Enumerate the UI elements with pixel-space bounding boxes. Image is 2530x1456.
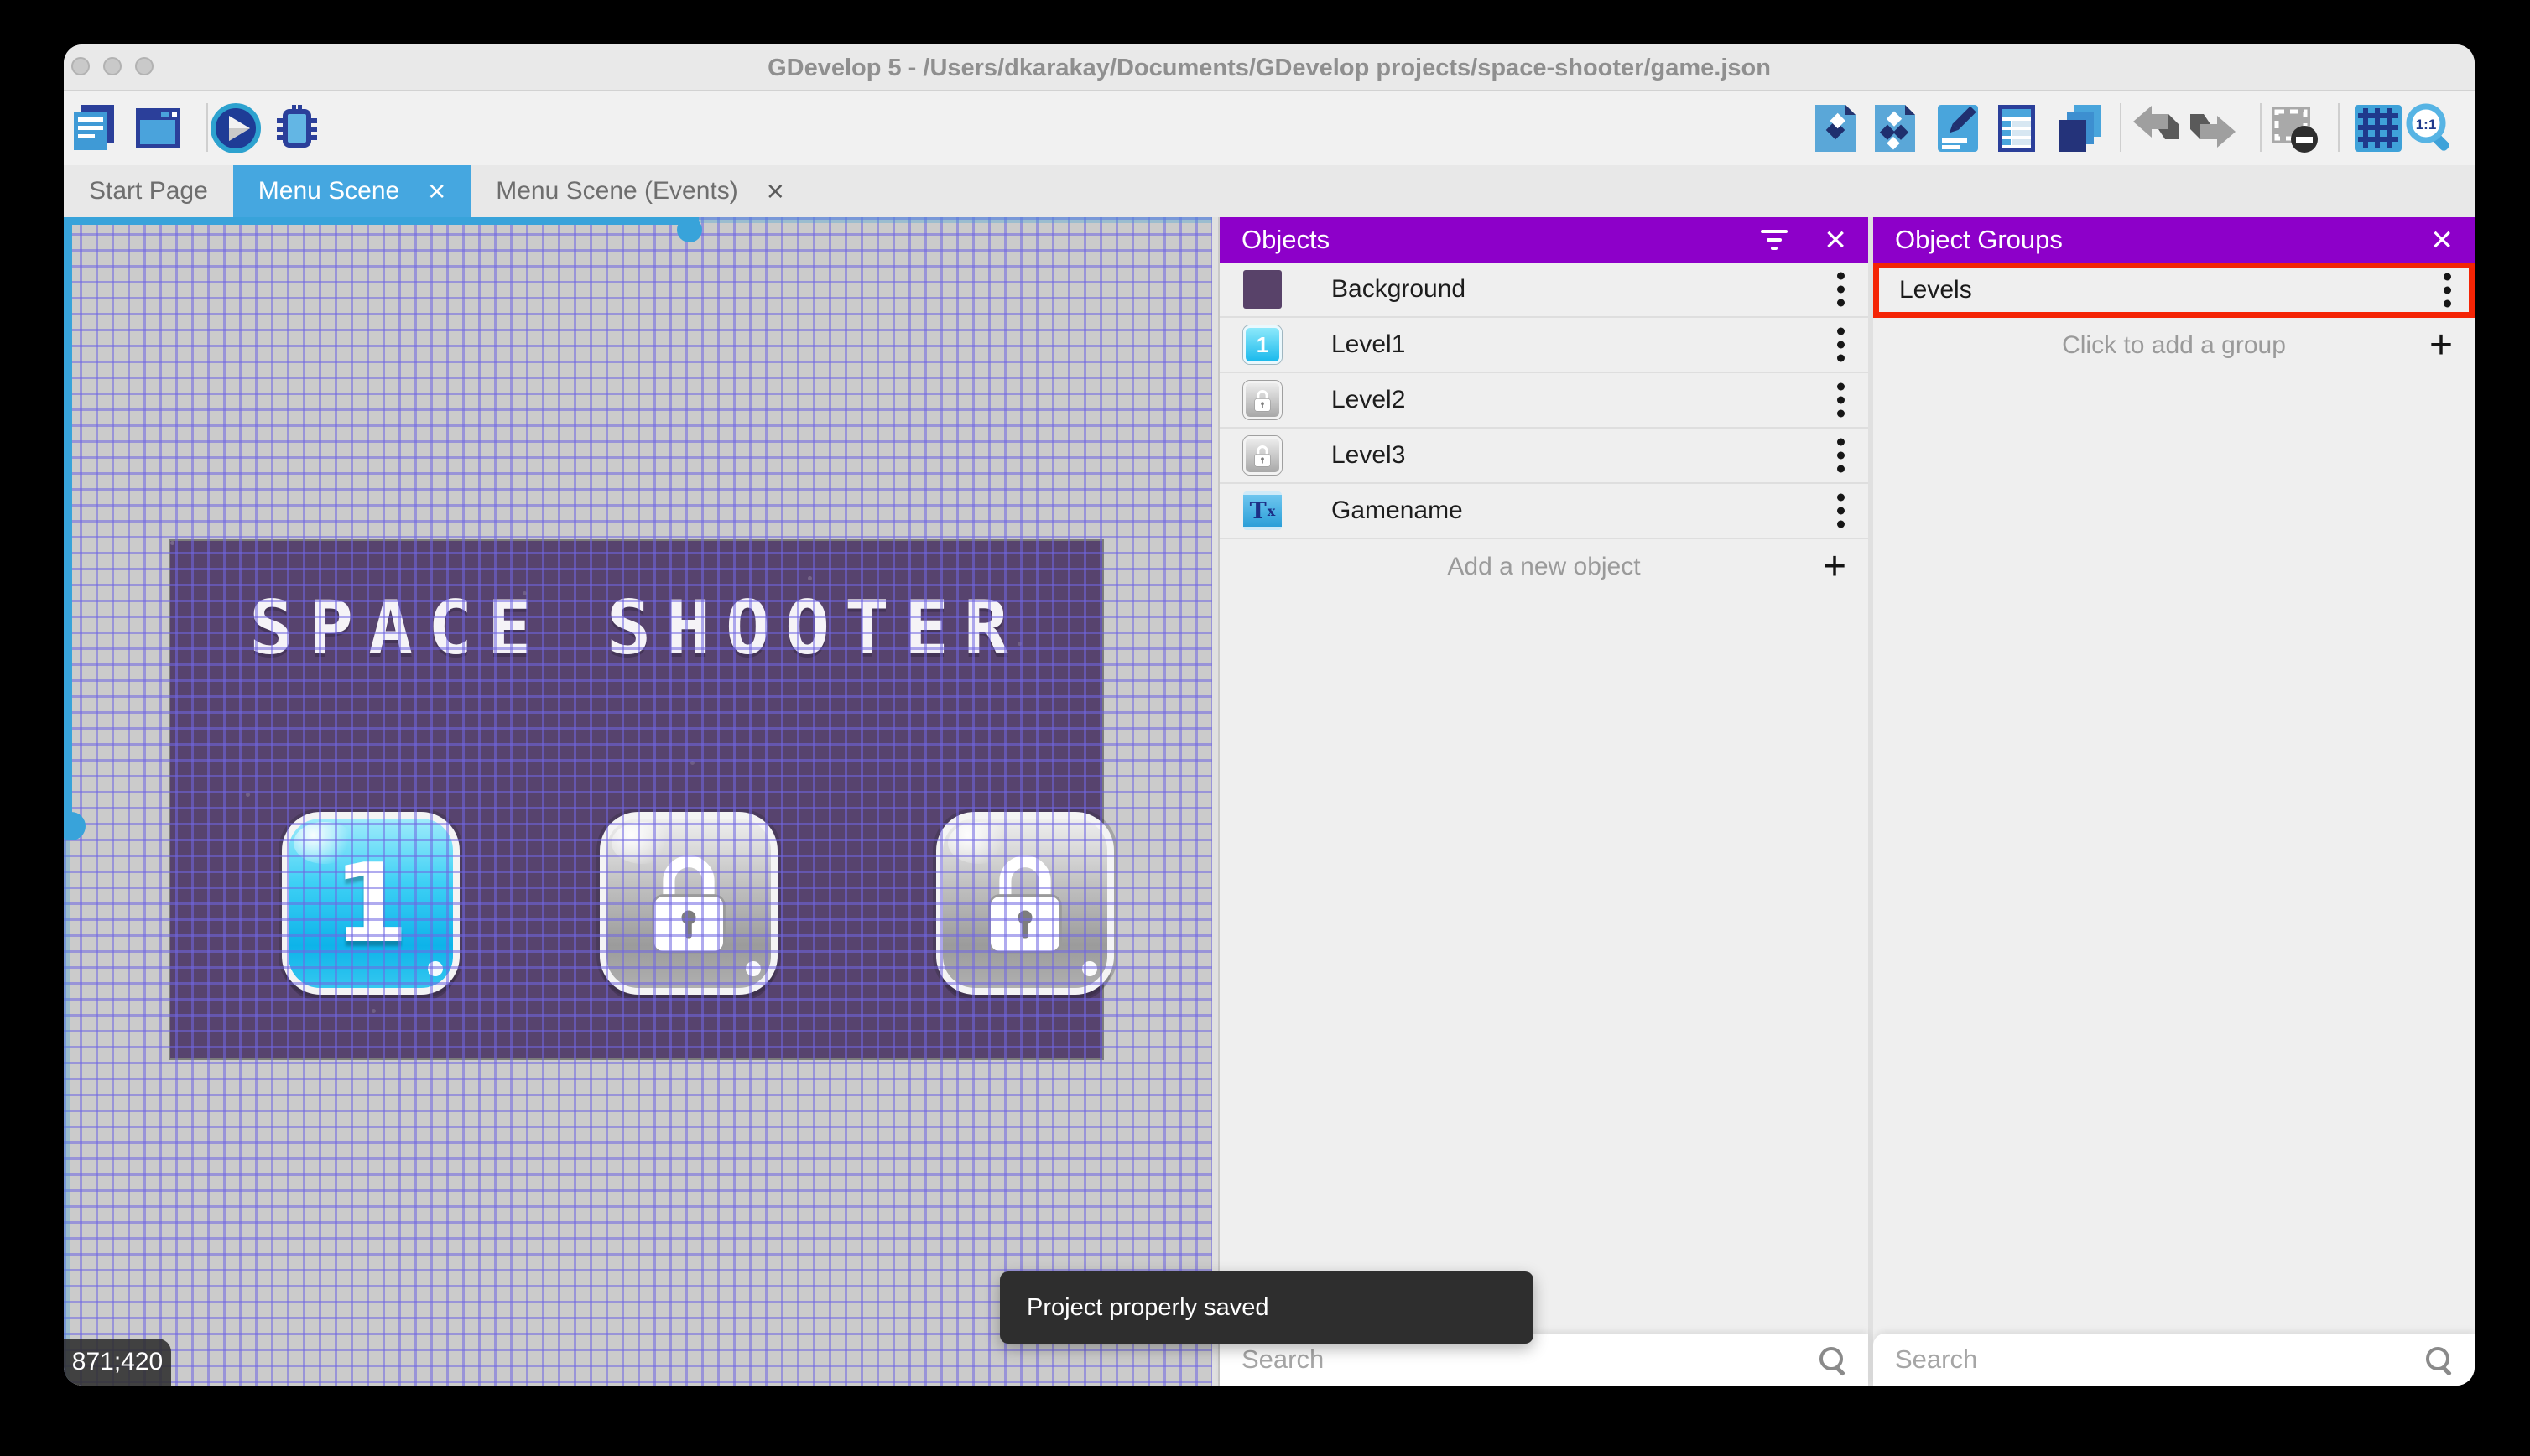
object-row-level2[interactable]: Level2 xyxy=(1220,373,1868,429)
search-icon xyxy=(2424,1345,2453,1374)
game-title-text: SPACE SHOOTER xyxy=(249,585,1023,671)
redo-icon[interactable] xyxy=(2185,101,2239,155)
save-toast-message: Project properly saved xyxy=(1027,1293,1269,1321)
group-menu-icon[interactable] xyxy=(2444,273,2451,308)
lock-icon xyxy=(652,855,726,954)
zoom-1-1-icon[interactable]: 1:1 xyxy=(2403,101,2457,155)
object-menu-icon[interactable] xyxy=(1837,382,1845,418)
scene-window-icon[interactable] xyxy=(131,101,185,155)
objects-panel-header: Objects × xyxy=(1220,217,1868,263)
tab-label: Menu Scene xyxy=(258,177,400,205)
object-groups-list: Levels xyxy=(1873,263,2475,318)
object-groups-icon[interactable] xyxy=(1868,101,1922,155)
group-name: Levels xyxy=(1899,276,1972,304)
objects-panel-title: Objects xyxy=(1242,225,1330,254)
object-row-background[interactable]: Background xyxy=(1220,263,1868,318)
gdevelop-window: GDevelop 5 - /Users/dkarakay/Documents/G… xyxy=(64,44,2475,1386)
vertical-scrollbar-track-light[interactable] xyxy=(64,826,70,1386)
mask-icon[interactable] xyxy=(2267,101,2320,155)
titlebar: GDevelop 5 - /Users/dkarakay/Documents/G… xyxy=(64,44,2475,91)
project-manager-icon[interactable] xyxy=(67,101,121,155)
text-object-thumbnail: Tx xyxy=(1243,491,1282,530)
properties-icon[interactable] xyxy=(1931,101,1985,155)
vertical-scrollbar-thumb[interactable] xyxy=(64,812,86,840)
toolbar: 1:1 xyxy=(64,91,2475,165)
object-row-level3[interactable]: Level3 xyxy=(1220,429,1868,484)
toolbar-divider xyxy=(2260,103,2262,152)
level-button-locked[interactable] xyxy=(600,812,778,995)
group-row-levels[interactable]: Levels xyxy=(1873,263,2475,318)
instances-list-icon[interactable] xyxy=(1990,101,2043,155)
object-name: Level1 xyxy=(1331,330,1406,358)
undo-icon[interactable] xyxy=(2130,101,2184,155)
svg-text:1:1: 1:1 xyxy=(2416,117,2437,133)
add-object-plus-icon[interactable]: + xyxy=(1823,547,1846,587)
locked-level-thumbnail xyxy=(1243,381,1282,419)
object-groups-panel-close-icon[interactable]: × xyxy=(2431,221,2453,258)
add-object-row[interactable]: Add a new object + xyxy=(1220,539,1868,595)
toolbar-divider xyxy=(2338,103,2340,152)
objects-panel-close-icon[interactable]: × xyxy=(1825,221,1846,258)
tab-start-page[interactable]: Start Page xyxy=(64,165,233,217)
layers-icon[interactable] xyxy=(2053,101,2106,155)
object-groups-panel-header: Object Groups × xyxy=(1873,217,2475,263)
scene-editor-canvas[interactable]: SPACE SHOOTER 1 871;420 xyxy=(64,217,1212,1386)
object-menu-icon[interactable] xyxy=(1837,327,1845,362)
level-button-1[interactable]: 1 xyxy=(282,812,460,995)
filter-icon[interactable] xyxy=(1761,230,1788,250)
mini-lock-icon xyxy=(1254,445,1271,467)
grid-icon[interactable] xyxy=(2351,101,2405,155)
tab-menu-scene-events[interactable]: Menu Scene (Events) × xyxy=(471,165,809,217)
tab-label: Start Page xyxy=(89,177,208,205)
add-object-icon[interactable] xyxy=(1809,101,1862,155)
object-groups-panel-title: Object Groups xyxy=(1895,225,2063,254)
level-number: 1 xyxy=(332,840,409,967)
object-row-level1[interactable]: 1 Level1 xyxy=(1220,318,1868,373)
level-button-locked[interactable] xyxy=(936,812,1114,995)
screenshot-root: { "window": { "title": "GDevelop 5 - /Us… xyxy=(0,0,2530,1456)
background-thumbnail xyxy=(1243,270,1282,309)
window-title: GDevelop 5 - /Users/dkarakay/Documents/G… xyxy=(768,55,1771,81)
object-name: Level2 xyxy=(1331,386,1406,413)
object-menu-icon[interactable] xyxy=(1837,438,1845,473)
groups-search-field[interactable]: Search xyxy=(1873,1334,2475,1386)
tab-bar: Start Page Menu Scene × Menu Scene (Events)… xyxy=(64,165,2475,217)
level1-thumbnail: 1 xyxy=(1243,325,1282,364)
tab-close-icon[interactable]: × xyxy=(767,176,784,206)
add-group-plus-icon[interactable]: + xyxy=(2429,325,2453,366)
horizontal-scrollbar-thumb[interactable] xyxy=(677,217,702,242)
object-name: Level3 xyxy=(1331,441,1406,469)
object-name: Gamename xyxy=(1331,497,1463,524)
add-group-label: Click to add a group xyxy=(2062,331,2286,359)
object-name: Background xyxy=(1331,275,1466,303)
add-group-row[interactable]: Click to add a group + xyxy=(1873,318,2475,373)
objects-list: Background 1 Level1 Level2 Level3 Tx Gamenam… xyxy=(1220,263,1868,539)
debug-icon[interactable] xyxy=(270,101,324,155)
object-menu-icon[interactable] xyxy=(1837,493,1845,528)
object-row-gamename[interactable]: Tx Gamename xyxy=(1220,484,1868,539)
locked-level-thumbnail xyxy=(1243,436,1282,475)
toolbar-divider xyxy=(2120,103,2121,152)
add-object-label: Add a new object xyxy=(1447,553,1641,580)
scene-stars xyxy=(170,541,174,545)
lock-icon xyxy=(988,855,1062,954)
vertical-scrollbar-track[interactable] xyxy=(64,217,72,826)
save-toast: Project properly saved xyxy=(1000,1271,1533,1344)
object-groups-panel: Object Groups × Levels Click to add a gr… xyxy=(1873,217,2475,1386)
mini-lock-icon xyxy=(1254,389,1271,412)
horizontal-scrollbar-track[interactable] xyxy=(64,217,699,225)
tab-close-icon[interactable]: × xyxy=(428,176,445,206)
search-icon xyxy=(1818,1345,1846,1374)
object-menu-icon[interactable] xyxy=(1837,272,1845,307)
objects-panel: Objects × Background 1 Level1 Level2 Level… xyxy=(1218,217,1868,1386)
play-icon[interactable] xyxy=(209,101,263,155)
groups-search-placeholder: Search xyxy=(1895,1344,1978,1374)
toolbar-divider xyxy=(206,103,208,152)
horizontal-scrollbar-track-light[interactable] xyxy=(699,217,1212,223)
tab-label: Menu Scene (Events) xyxy=(496,177,738,205)
objects-search-placeholder: Search xyxy=(1242,1344,1325,1374)
game-scene-preview[interactable]: SPACE SHOOTER 1 xyxy=(170,541,1114,1058)
tab-menu-scene[interactable]: Menu Scene × xyxy=(232,165,471,217)
cursor-coordinates: 871;420 xyxy=(64,1339,171,1386)
